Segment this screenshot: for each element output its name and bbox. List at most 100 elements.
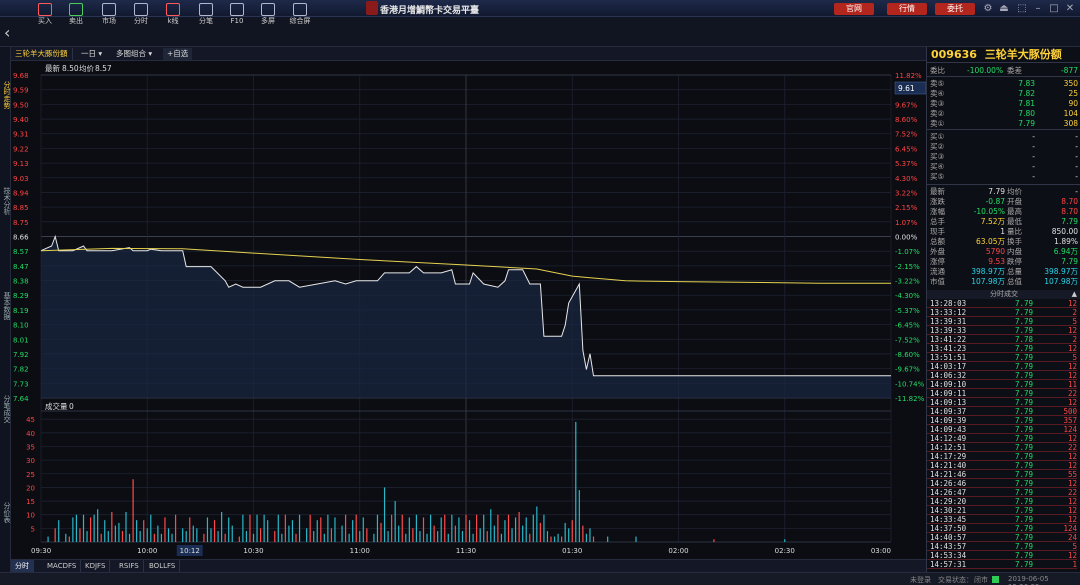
price-tick-label: 8.75 (13, 219, 29, 227)
volume-tick-label: 30 (26, 457, 35, 465)
add-watchlist-button[interactable]: +自选 (163, 48, 193, 60)
chevron-up-icon[interactable]: ▲ (1072, 290, 1077, 299)
minimize-icon[interactable]: – (1030, 2, 1046, 15)
grid-icon (293, 3, 307, 16)
kline-button[interactable]: k线 (158, 2, 188, 29)
chart-icon (134, 3, 148, 16)
time-tick-label: 03:00 (871, 547, 891, 555)
avg-price-label: 均价 (79, 63, 94, 73)
price-tick-label: 8.19 (13, 307, 29, 315)
settings-icon[interactable]: ⚙ (980, 2, 996, 15)
price-tick-label: 9.50 (13, 101, 29, 109)
trade-row: 14:21:40 7.79 12 (927, 461, 1077, 470)
tab-macdfs[interactable]: MACDFS (43, 560, 82, 572)
tab-timeshare[interactable]: 分时走势 (0, 81, 11, 109)
multi-screen-button[interactable]: 多屏 (253, 2, 283, 29)
candle-icon (166, 3, 180, 16)
quote-panel: 009636 三轮羊大豚份额 委比 -100.00% 委差 -877 卖⑤ 7.8… (926, 47, 1080, 572)
tab-rsifs[interactable]: RSIFS (115, 560, 144, 572)
trade-state: 闭市 (974, 576, 988, 584)
time-tick-label: 11:00 (350, 547, 370, 555)
last-price-value: 8.50 (62, 64, 79, 73)
combined-screen-button[interactable]: 综合屏 (285, 2, 315, 29)
trade-row: 13:41:22 7.78 2 (927, 335, 1077, 344)
percent-tick-label: -11.82% (895, 395, 925, 403)
percent-tick-label: -8.60% (895, 351, 920, 359)
price-tick-label: 7.82 (13, 366, 29, 374)
trade-state-label: 交易状态： (938, 576, 973, 584)
maximize-icon[interactable]: □ (1046, 2, 1062, 15)
trade-row: 13:51:51 7.79 5 (927, 353, 1077, 362)
trade-row: 14:26:46 7.79 12 (927, 479, 1077, 488)
market-button[interactable]: 行情 (887, 3, 927, 15)
f10-button[interactable]: F10 (222, 2, 252, 29)
trade-row: 13:41:23 7.79 12 (927, 344, 1077, 353)
trade-row: 14:30:21 7.79 12 (927, 506, 1077, 515)
tab-bollfs[interactable]: BOLLFS (145, 560, 181, 572)
overlay-select[interactable]: 多图组合 ▾ (112, 48, 156, 60)
percent-tick-label: 4.30% (895, 175, 918, 183)
price-tick-label: 8.01 (13, 336, 29, 344)
tab-kdjfs[interactable]: KDJFS (81, 560, 111, 572)
sell-button[interactable]: 卖出 (61, 2, 91, 29)
stock-name-tab[interactable]: 三轮羊大豚份額 (11, 48, 73, 60)
buy-button[interactable]: 买入 (30, 2, 60, 29)
order-button[interactable]: 委托 (935, 3, 975, 15)
price-tick-label: 9.13 (13, 160, 29, 168)
intraday-chart: 9.6811.82%9.5910.74%9.509.67%9.408.60%9.… (11, 61, 926, 559)
price-tick-label: 7.73 (13, 380, 29, 388)
tab-fenshi[interactable]: 分时 (11, 560, 34, 572)
trade-row: 14:40:57 7.79 24 (927, 533, 1077, 542)
volume-tick-label: 40 (26, 430, 35, 438)
ask-row: 卖⑤ 7.83 350 (930, 79, 1078, 88)
percent-tick-label: 11.82% (895, 72, 922, 80)
info-line: 最新 8.50 均价 8.57 (45, 63, 112, 73)
period-select[interactable]: 一日 ▾ (77, 48, 106, 60)
time-tick-label: 02:30 (775, 547, 795, 555)
tab-technical[interactable]: 技术分析 (0, 187, 11, 215)
trade-row: 14:37:50 7.79 124 (927, 524, 1077, 533)
ask-row: 卖③ 7.81 90 (930, 99, 1078, 108)
price-tick-label: 8.94 (13, 189, 29, 197)
pin-icon[interactable]: ⬚ (1014, 2, 1030, 15)
price-tick-label: 8.57 (13, 248, 29, 256)
time-tick-label: 09:30 (31, 547, 51, 555)
tab-ticks[interactable]: 分笔成交 (0, 395, 11, 423)
list-icon (199, 3, 213, 16)
house-icon (38, 3, 52, 16)
price-tick-label: 7.64 (13, 395, 29, 403)
tick-button[interactable]: 分笔 (191, 2, 221, 29)
percent-tick-label: -5.37% (895, 307, 920, 315)
trade-row: 14:21:46 7.79 55 (927, 470, 1077, 479)
trade-row: 14:03:17 7.79 12 (927, 362, 1077, 371)
price-tick-label: 9.40 (13, 116, 29, 124)
last-price-label: 最新 (45, 63, 60, 73)
avg-price-value: 8.57 (95, 64, 112, 73)
percent-tick-label: -2.15% (895, 263, 920, 271)
volume-tick-label: 20 (26, 484, 35, 492)
bid-row: 买⑤ - - (930, 172, 1078, 181)
trade-row: 13:39:31 7.79 5 (927, 317, 1077, 326)
percent-tick-label: 6.45% (895, 145, 918, 153)
chevron-down-icon: ▾ (98, 49, 103, 58)
price-tick-label: 7.92 (13, 351, 29, 359)
trade-row: 14:06:32 7.79 12 (927, 371, 1077, 380)
datetime: 2019-06-05 15:26:32 (1008, 575, 1049, 585)
timeshare-button[interactable]: 分时 (126, 2, 156, 29)
time-tick-label: 10:00 (137, 547, 157, 555)
percent-tick-label: -3.22% (895, 278, 920, 286)
skin-icon[interactable]: ⏏ (996, 2, 1012, 15)
close-icon[interactable]: ✕ (1062, 2, 1078, 15)
tab-price-table[interactable]: 分价表 (0, 502, 11, 523)
stat-row: 涨跌 -0.87 开盘 8.70 (930, 197, 1078, 206)
percent-tick-label: 7.52% (895, 131, 918, 139)
back-icon[interactable]: ‹ (4, 24, 18, 42)
tab-fundamentals[interactable]: 基本数据 (0, 292, 11, 320)
trade-row: 14:12:51 7.79 22 (927, 443, 1077, 452)
stat-row: 流通 398.97万 总量 398.97万 (930, 267, 1078, 276)
volume-tick-label: 25 (26, 471, 35, 479)
official-site-button[interactable]: 官网 (834, 3, 874, 15)
market-tool-button[interactable]: 市场 (94, 2, 124, 29)
doc-icon (230, 3, 244, 16)
current-price-tag: 9.61 (898, 84, 915, 93)
